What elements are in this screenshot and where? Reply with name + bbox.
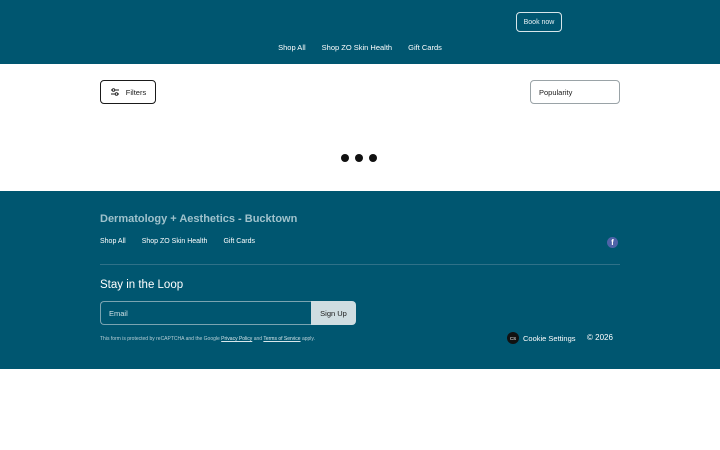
footer-brand[interactable]: Dermatology + Aesthetics - Bucktown <box>100 213 297 225</box>
book-now-button[interactable]: Book now <box>516 12 562 32</box>
loading-dot <box>355 154 363 162</box>
facebook-icon[interactable]: f <box>607 237 618 248</box>
sign-up-button[interactable]: Sign Up <box>311 301 356 325</box>
footer-link-shop-zo[interactable]: Shop ZO Skin Health <box>142 238 208 245</box>
site-footer: Dermatology + Aesthetics - Bucktown Shop… <box>0 191 720 369</box>
footer-divider <box>100 264 620 265</box>
copyright: © 2026 <box>587 333 613 342</box>
cookie-settings-button[interactable]: CS Cookie Settings <box>507 332 576 344</box>
sliders-icon <box>110 88 119 96</box>
sort-select[interactable]: Popularity <box>530 80 620 104</box>
footer-links: Shop All Shop ZO Skin Health Gift Cards <box>100 238 255 245</box>
cookie-icon: CS <box>507 332 519 344</box>
nav-item-shop-all[interactable]: Shop All <box>278 43 306 52</box>
recaptcha-text: This form is protected by reCAPTCHA and … <box>100 336 220 342</box>
footer-link-shop-all[interactable]: Shop All <box>100 238 126 245</box>
sort-value: Popularity <box>539 87 573 97</box>
nav-item-gift-cards[interactable]: Gift Cards <box>408 43 442 52</box>
filters-button[interactable]: Filters <box>100 80 156 104</box>
site-header: Book now Shop All Shop ZO Skin Health Gi… <box>0 0 720 64</box>
recaptcha-notice: This form is protected by reCAPTCHA and … <box>100 336 315 342</box>
email-field[interactable] <box>100 301 311 325</box>
loading-dot <box>341 154 349 162</box>
filters-label: Filters <box>125 87 147 97</box>
recaptcha-and: and <box>253 336 263 342</box>
newsletter-title: Stay in the Loop <box>100 279 184 291</box>
nav-item-shop-zo[interactable]: Shop ZO Skin Health <box>322 43 392 52</box>
footer-link-gift-cards[interactable]: Gift Cards <box>223 238 255 245</box>
cookie-settings-label: Cookie Settings <box>523 333 576 343</box>
recaptcha-apply: apply. <box>301 336 315 342</box>
privacy-policy-link[interactable]: Privacy Policy <box>221 336 252 342</box>
loading-indicator <box>341 154 377 162</box>
main-nav: Shop All Shop ZO Skin Health Gift Cards <box>0 43 720 52</box>
terms-of-service-link[interactable]: Terms of Service <box>263 336 300 342</box>
loading-dot <box>369 154 377 162</box>
